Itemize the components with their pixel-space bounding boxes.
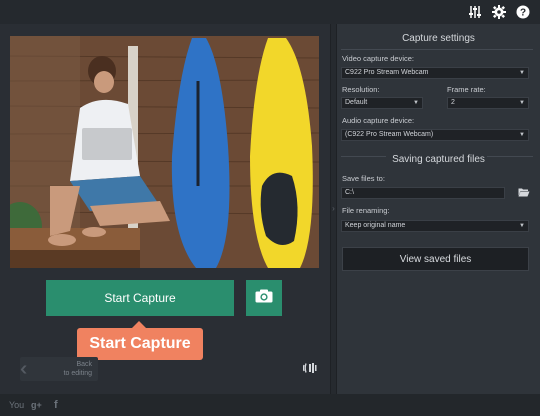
google-plus-icon[interactable]: g+ [31, 398, 42, 412]
section-divider [341, 49, 533, 50]
audio-device-value: (C922 Pro Stream Webcam) [345, 131, 434, 138]
file-renaming-label: File renaming: [342, 206, 390, 215]
back-to-editing-button[interactable]: ‹‹ Back to editing [20, 357, 98, 381]
back-label: Back to editing [64, 360, 92, 378]
audio-device-label: Audio capture device: [342, 116, 415, 125]
chevron-right-icon: › [332, 204, 335, 213]
snapshot-button[interactable] [246, 280, 282, 316]
video-device-value: C922 Pro Stream Webcam [345, 69, 429, 76]
dropdown-arrow-icon: ▼ [519, 100, 525, 106]
double-chevron-left-icon: ‹‹ [20, 358, 29, 380]
gear-icon[interactable] [490, 3, 508, 21]
start-capture-button[interactable]: Start Capture [46, 280, 234, 316]
framerate-value: 2 [451, 99, 455, 106]
file-renaming-select[interactable]: Keep original name ▼ [341, 220, 529, 232]
dropdown-arrow-icon: ▼ [519, 70, 525, 76]
dropdown-arrow-icon: ▼ [519, 223, 525, 229]
section-divider [487, 156, 533, 157]
save-path-input[interactable]: C:\ [341, 187, 505, 199]
svg-text:?: ? [520, 8, 526, 19]
equalizer-icon[interactable] [466, 3, 484, 21]
save-files-label: Save files to: [342, 174, 385, 183]
section-divider [341, 156, 386, 157]
video-device-label: Video capture device: [342, 54, 414, 63]
folder-icon [518, 184, 530, 202]
back-label-line2: to editing [63, 370, 92, 377]
video-device-select[interactable]: C922 Pro Stream Webcam ▼ [341, 67, 529, 79]
resolution-label: Resolution: [342, 85, 380, 94]
resolution-select[interactable]: Default ▼ [341, 97, 423, 109]
camera-icon [255, 289, 273, 308]
bottom-bar: You g+ f [0, 394, 540, 416]
view-saved-files-button[interactable]: View saved files [342, 247, 529, 271]
capture-settings-title: Capture settings [402, 33, 475, 44]
facebook-icon[interactable]: f [54, 398, 58, 412]
file-renaming-value: Keep original name [345, 222, 406, 229]
camera-preview [10, 36, 319, 268]
resolution-value: Default [345, 99, 368, 106]
back-label-line1: Back [76, 361, 92, 368]
help-icon[interactable]: ? [514, 3, 532, 21]
top-toolbar: ? [0, 0, 540, 24]
start-capture-callout: Start Capture [77, 321, 203, 360]
youtube-icon[interactable]: You [9, 398, 24, 412]
audio-device-select[interactable]: (C922 Pro Stream Webcam) ▼ [341, 129, 529, 141]
dropdown-arrow-icon: ▼ [519, 132, 525, 138]
folder-open-button[interactable] [517, 187, 531, 199]
panel-splitter[interactable]: › [330, 24, 337, 394]
settings-panel: Capture settings Video capture device: C… [337, 24, 540, 394]
dropdown-arrow-icon: ▼ [413, 100, 419, 106]
audio-level-icon[interactable] [302, 361, 318, 375]
framerate-select[interactable]: 2 ▼ [447, 97, 529, 109]
capture-panel: Start Capture Start Capture ‹‹ Back to e… [0, 24, 330, 394]
framerate-label: Frame rate: [447, 85, 486, 94]
